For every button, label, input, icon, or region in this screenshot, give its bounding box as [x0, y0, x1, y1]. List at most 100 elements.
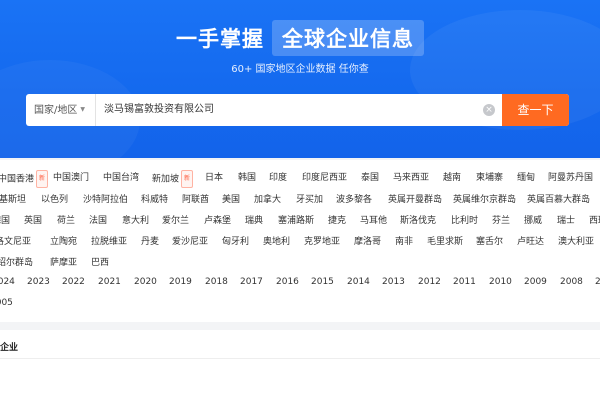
year-row: 2005	[0, 295, 600, 311]
region-option[interactable]: 毛里求斯	[427, 234, 463, 250]
year-option[interactable]: 2009	[524, 274, 547, 290]
region-option[interactable]: 丹麦	[141, 234, 159, 250]
region-option[interactable]: 斯洛伐克	[400, 213, 436, 229]
region-option[interactable]: 科威特	[141, 192, 168, 208]
region-option[interactable]: 马耳他	[360, 213, 387, 229]
region-option-label: 澳大利亚	[558, 237, 595, 247]
year-option[interactable]: 2023	[27, 274, 50, 290]
year-option[interactable]: 2022	[62, 274, 85, 290]
region-option[interactable]: 克罗地亚	[304, 234, 340, 250]
year-option[interactable]: 2020	[134, 274, 157, 290]
region-option[interactable]: 牙买加	[296, 192, 323, 208]
region-row: 巴基斯坦 以色列 沙特阿拉伯 科威特 阿联酋 美国 加拿大 牙买加 波多黎各 英属开曼群岛英属维尔…	[0, 192, 600, 208]
region-option-label: 卢旺达	[517, 237, 545, 247]
region-option[interactable]: 以色列	[41, 192, 68, 208]
region-option-label: 越南	[443, 173, 462, 183]
region-option[interactable]: 英国	[24, 213, 42, 229]
region-option-label: 阿曼苏丹国	[548, 173, 594, 183]
region-option[interactable]: 芬兰	[492, 213, 510, 229]
region-option[interactable]: 阿曼苏丹国	[548, 170, 593, 186]
region-option[interactable]: 印度	[269, 170, 287, 186]
region-option[interactable]: 日本	[205, 170, 223, 186]
region-option[interactable]: 捷克	[328, 213, 346, 229]
region-option[interactable]: 巴基斯坦	[0, 192, 26, 208]
region-option[interactable]: 西班	[589, 213, 600, 229]
region-option[interactable]: 缅甸	[517, 170, 535, 186]
region-option[interactable]: 荷兰	[57, 213, 75, 229]
region-option[interactable]: 马来西亚	[393, 170, 429, 186]
region-option[interactable]: 英属百慕大群岛	[527, 192, 590, 208]
region-option[interactable]: 英属开曼群岛	[388, 192, 442, 208]
region-option[interactable]: 意大利	[122, 213, 149, 229]
region-option[interactable]: 波多黎各	[336, 192, 372, 208]
region-option[interactable]: 南非	[395, 234, 413, 250]
year-option[interactable]: 2015	[311, 274, 334, 290]
year-option[interactable]: 2021	[98, 274, 121, 290]
region-option[interactable]: 奥地利	[263, 234, 290, 250]
year-option-label: 20	[595, 277, 600, 287]
region-option[interactable]: 塞舌尔	[476, 234, 503, 250]
region-option[interactable]: 印度尼西亚	[302, 170, 347, 186]
year-option-label: 2008	[560, 277, 583, 287]
year-option[interactable]: 2012	[418, 274, 441, 290]
region-option[interactable]: 加拿大	[254, 192, 281, 208]
region-option[interactable]: 新加坡新	[152, 170, 194, 188]
region-option[interactable]: 中国台湾	[103, 170, 139, 186]
region-option[interactable]: 韩国	[238, 170, 256, 186]
region-option[interactable]: 立陶宛	[50, 234, 77, 250]
region-option[interactable]: 卢旺达	[517, 234, 544, 250]
region-row: 德国 英国 荷兰 法国 意大利 爱尔兰 卢森堡 瑞典 塞浦路斯 捷克 马耳他 斯洛伐克 比利时 芬兰 挪威 瑞…	[0, 213, 600, 229]
year-option[interactable]: 2011	[453, 274, 476, 290]
year-option[interactable]: 2024	[0, 274, 15, 290]
region-option[interactable]: 瑞典	[245, 213, 263, 229]
region-option[interactable]: 澳大利亚	[558, 234, 594, 250]
year-option[interactable]: 2019	[169, 274, 192, 290]
region-option[interactable]: 斯洛文尼亚	[0, 234, 31, 250]
year-option-label: 2015	[311, 277, 334, 287]
year-option-label: 2023	[27, 277, 50, 287]
region-option[interactable]: 泰国	[361, 170, 379, 186]
year-option[interactable]: 2014	[347, 274, 370, 290]
region-option[interactable]: 德国	[0, 213, 10, 229]
year-option[interactable]: 2005	[0, 295, 13, 311]
region-option[interactable]: 瑞士	[557, 213, 575, 229]
region-option-label: 奥地利	[263, 237, 291, 247]
year-option[interactable]: 2010	[489, 274, 512, 290]
region-option[interactable]: 马绍尔群岛	[0, 255, 33, 271]
region-option[interactable]: 美国	[222, 192, 240, 208]
hero-subtitle: 60+ 国家地区企业数据 任你查	[231, 64, 369, 75]
year-option[interactable]: 2008	[560, 274, 583, 290]
region-option[interactable]: 匈牙利	[222, 234, 249, 250]
search-input[interactable]: 淡马锡富敦投资有限公司	[104, 94, 484, 126]
region-option-label: 南非	[395, 237, 414, 247]
year-option[interactable]: 2018	[205, 274, 228, 290]
clear-icon[interactable]: ×	[483, 104, 495, 116]
region-option[interactable]: 拉脱维亚	[91, 234, 127, 250]
year-option[interactable]: 2013	[382, 274, 405, 290]
region-option[interactable]: 萨摩亚	[50, 255, 77, 271]
region-option[interactable]: 越南	[443, 170, 461, 186]
region-option[interactable]: 巴西	[91, 255, 109, 271]
region-option-label: 爱尔兰	[162, 216, 190, 226]
year-option[interactable]: 2016	[276, 274, 299, 290]
region-option[interactable]: 中国香港新	[0, 170, 49, 188]
region-option[interactable]: 英属维尔京群岛	[453, 192, 516, 208]
region-option[interactable]: 爱尔兰	[162, 213, 189, 229]
region-option[interactable]: 比利时	[451, 213, 478, 229]
region-option[interactable]: 爱沙尼亚	[172, 234, 208, 250]
region-option-label: 科威特	[141, 195, 169, 205]
region-option[interactable]: 挪威	[524, 213, 542, 229]
search-button[interactable]: 查一下	[502, 94, 569, 126]
region-select[interactable]: 国家/地区 ▼	[26, 94, 96, 126]
region-option-label: 克罗地亚	[304, 237, 341, 247]
region-option[interactable]: 柬埔寨	[476, 170, 503, 186]
region-option[interactable]: 塞浦路斯	[278, 213, 314, 229]
year-option[interactable]: 2017	[240, 274, 263, 290]
region-option[interactable]: 阿联酋	[182, 192, 209, 208]
region-option[interactable]: 摩洛哥	[354, 234, 381, 250]
year-option[interactable]: 20	[595, 274, 600, 290]
region-option[interactable]: 中国澳门	[53, 170, 89, 186]
region-option[interactable]: 沙特阿拉伯	[83, 192, 128, 208]
region-option[interactable]: 法国	[89, 213, 107, 229]
region-option[interactable]: 卢森堡	[204, 213, 231, 229]
